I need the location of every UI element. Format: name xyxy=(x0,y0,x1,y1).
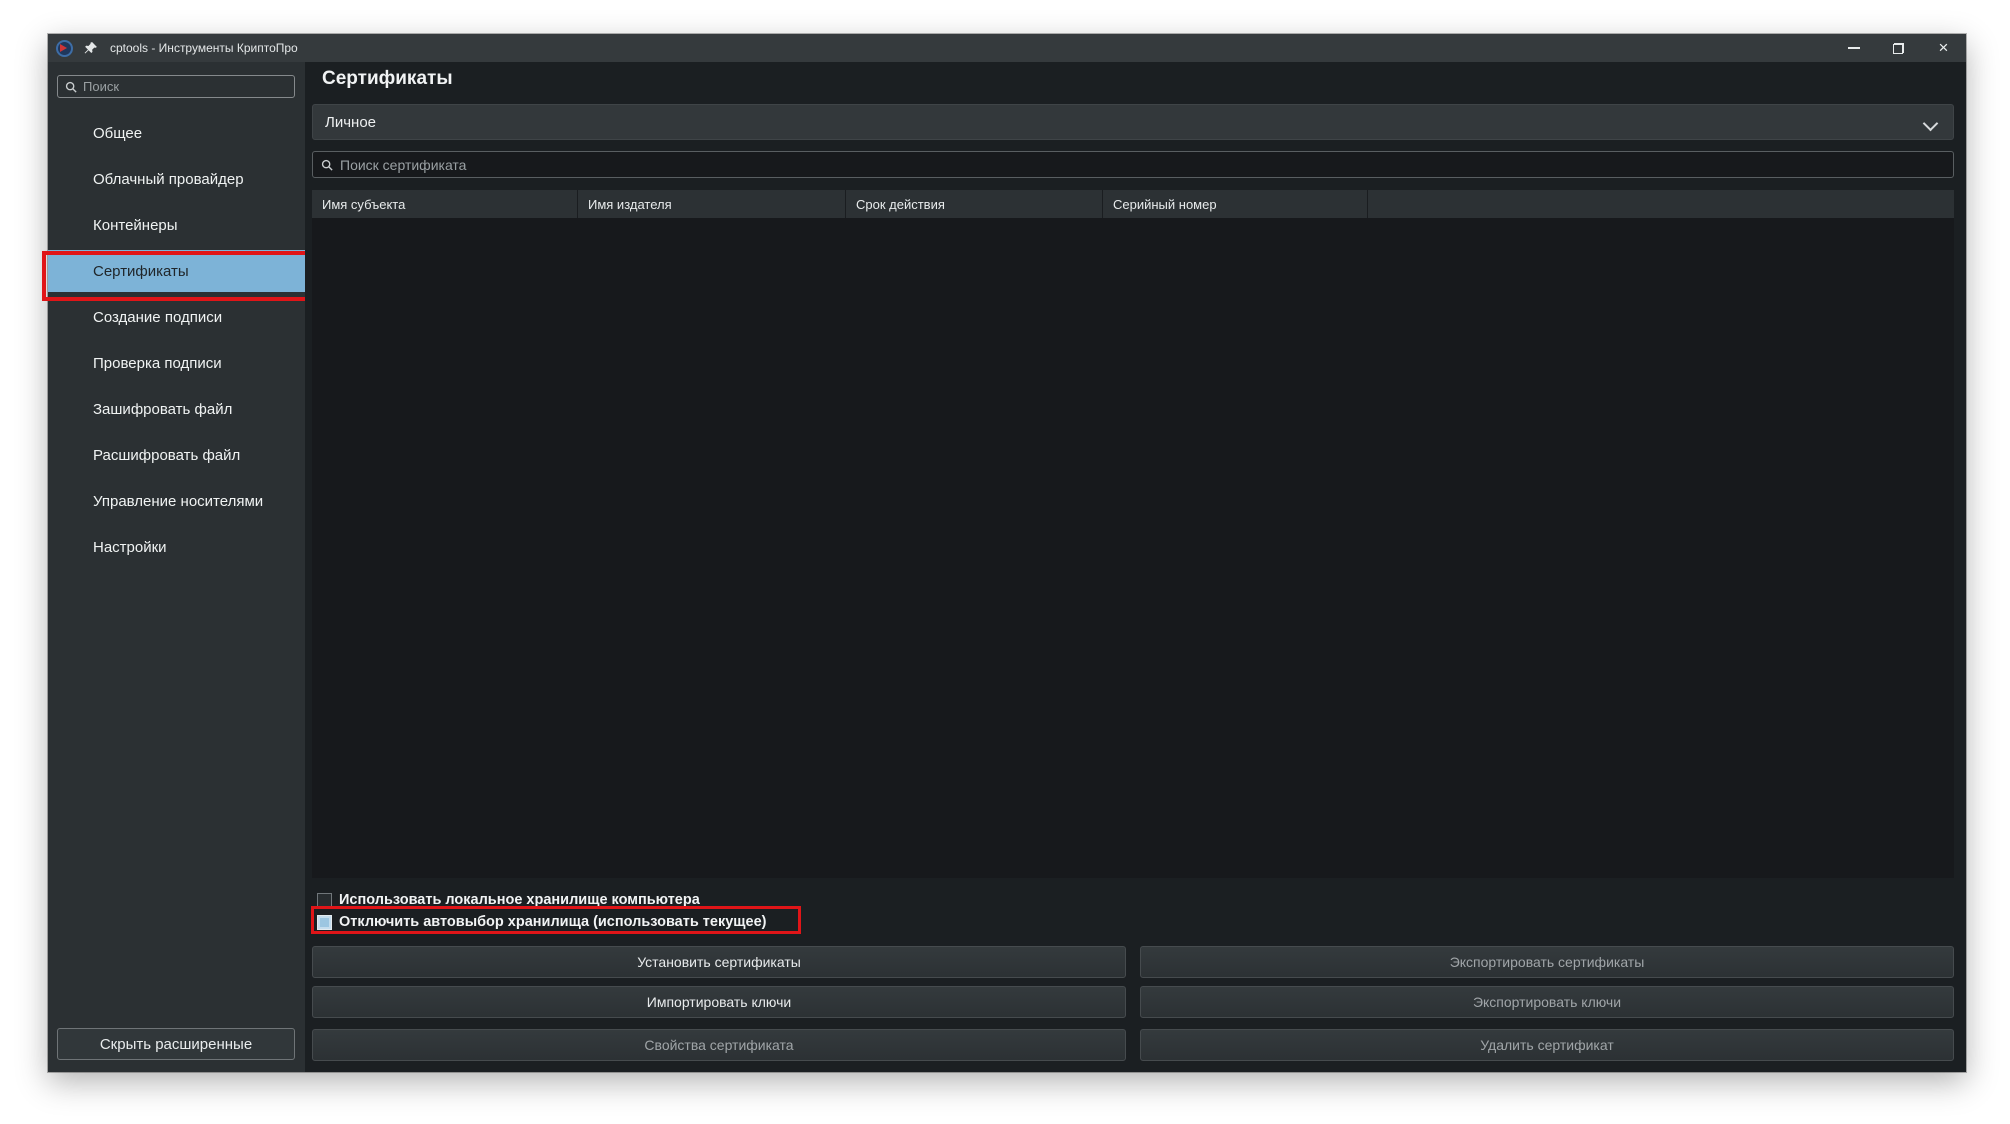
button-row-1: Установить сертификаты Экспортировать се… xyxy=(312,946,1954,978)
sidebar-item-label: Создание подписи xyxy=(93,309,222,326)
window-body: Поиск Общее Облачный провайдер Контейнер… xyxy=(48,62,1966,1072)
column-header-issuer-name[interactable]: Имя издателя xyxy=(578,190,846,218)
certificate-properties-button[interactable]: Свойства сертификата xyxy=(312,1029,1126,1061)
sidebar-item-label: Общее xyxy=(93,125,142,142)
sidebar-item-certificates[interactable]: Сертификаты xyxy=(48,250,305,292)
column-header-subject-name[interactable]: Имя субъекта xyxy=(312,190,578,218)
export-certificates-button[interactable]: Экспортировать сертификаты xyxy=(1140,946,1954,978)
main-panel: Сертификаты Личное Поиск сертификата Имя… xyxy=(305,62,1966,1072)
import-keys-button[interactable]: Импортировать ключи xyxy=(312,986,1126,1018)
column-header-serial-number[interactable]: Серийный номер xyxy=(1103,190,1368,218)
sidebar-item-encrypt-file[interactable]: Зашифровать файл xyxy=(48,386,305,432)
use-local-machine-store-checkbox[interactable] xyxy=(317,893,332,908)
checkbox-label: Отключить автовыбор хранилища (использов… xyxy=(339,914,766,930)
sidebar-item-create-signature[interactable]: Создание подписи xyxy=(48,294,305,340)
sidebar-menu: Общее Облачный провайдер Контейнеры Серт… xyxy=(48,110,305,570)
sidebar-item-settings[interactable]: Настройки xyxy=(48,524,305,570)
certificates-table-header: Имя субъекта Имя издателя Срок действия … xyxy=(312,190,1954,218)
pushpin-icon xyxy=(84,41,98,55)
app-window: cptools - Инструменты КриптоПро × Поиск … xyxy=(48,34,1966,1072)
sidebar-item-containers[interactable]: Контейнеры xyxy=(48,202,305,248)
search-icon xyxy=(65,81,77,93)
page-title: Сертификаты xyxy=(322,68,453,90)
screenshot-canvas: cptools - Инструменты КриптоПро × Поиск … xyxy=(0,0,2010,1124)
window-controls: × xyxy=(1831,34,1966,62)
certificate-store-select[interactable]: Личное xyxy=(312,104,1954,140)
column-header-validity-period[interactable]: Срок действия xyxy=(846,190,1103,218)
use-local-machine-store-checkbox-row[interactable]: Использовать локальное хранилище компьют… xyxy=(317,890,700,910)
sidebar-search-placeholder: Поиск xyxy=(83,79,119,94)
minimize-icon xyxy=(1848,47,1860,49)
hide-advanced-label: Скрыть расширенные xyxy=(100,1036,252,1053)
sidebar-item-label: Расшифровать файл xyxy=(93,447,240,464)
restore-icon xyxy=(1893,43,1904,54)
sidebar-item-verify-signature[interactable]: Проверка подписи xyxy=(48,340,305,386)
button-row-2: Импортировать ключи Экспортировать ключи xyxy=(312,986,1954,1018)
store-select-value: Личное xyxy=(325,114,376,131)
cryptopro-logo-icon xyxy=(56,40,73,57)
checkbox-label: Использовать локальное хранилище компьют… xyxy=(339,892,700,908)
button-row-3: Свойства сертификата Удалить сертификат xyxy=(312,1029,1954,1061)
column-header-empty xyxy=(1368,190,1954,218)
close-button[interactable]: × xyxy=(1921,34,1966,62)
install-certificates-button[interactable]: Установить сертификаты xyxy=(312,946,1126,978)
sidebar-item-decrypt-file[interactable]: Расшифровать файл xyxy=(48,432,305,478)
certificate-search-placeholder: Поиск сертификата xyxy=(340,157,466,173)
sidebar-item-label: Контейнеры xyxy=(93,217,178,234)
disable-store-autoselect-checkbox-row[interactable]: Отключить автовыбор хранилища (использов… xyxy=(317,912,766,932)
sidebar-item-label: Проверка подписи xyxy=(93,355,222,372)
export-keys-button[interactable]: Экспортировать ключи xyxy=(1140,986,1954,1018)
chevron-down-icon xyxy=(1923,116,1939,132)
sidebar-item-general[interactable]: Общее xyxy=(48,110,305,156)
minimize-button[interactable] xyxy=(1831,34,1876,62)
certificates-table-body[interactable] xyxy=(312,218,1954,878)
titlebar: cptools - Инструменты КриптоПро × xyxy=(48,34,1966,62)
delete-certificate-button[interactable]: Удалить сертификат xyxy=(1140,1029,1954,1061)
sidebar-item-label: Настройки xyxy=(93,539,167,556)
close-icon: × xyxy=(1939,39,1949,56)
sidebar: Поиск Общее Облачный провайдер Контейнер… xyxy=(48,62,305,1072)
sidebar-search-input[interactable]: Поиск xyxy=(57,75,295,98)
search-icon xyxy=(321,159,333,171)
hide-advanced-button[interactable]: Скрыть расширенные xyxy=(57,1028,295,1060)
disable-store-autoselect-checkbox[interactable] xyxy=(317,915,332,930)
window-title: cptools - Инструменты КриптоПро xyxy=(110,41,298,55)
sidebar-item-manage-media[interactable]: Управление носителями xyxy=(48,478,305,524)
sidebar-item-label: Зашифровать файл xyxy=(93,401,232,418)
sidebar-item-label: Облачный провайдер xyxy=(93,171,244,188)
sidebar-item-label: Сертификаты xyxy=(93,263,189,280)
restore-button[interactable] xyxy=(1876,34,1921,62)
sidebar-item-label: Управление носителями xyxy=(93,493,263,510)
sidebar-item-cloud-provider[interactable]: Облачный провайдер xyxy=(48,156,305,202)
certificate-search-input[interactable]: Поиск сертификата xyxy=(312,151,1954,178)
